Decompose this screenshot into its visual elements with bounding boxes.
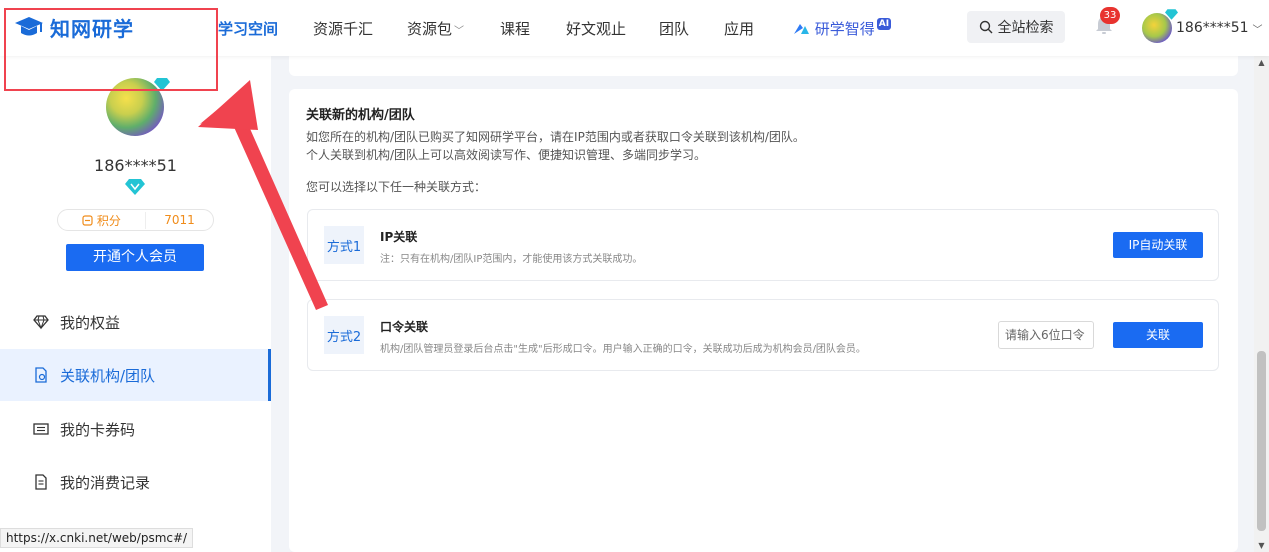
sidebar-item-label: 关联机构/团队: [60, 366, 156, 385]
receipt-icon: [35, 474, 47, 490]
option-title: IP关联: [380, 230, 418, 244]
status-bar-url: https://x.cnki.net/web/psmc#/: [0, 528, 194, 548]
search-label: 全站检索: [997, 20, 1054, 36]
section-title: 关联新的机构/团队: [306, 108, 415, 123]
sidebar-item-label: 我的卡券码: [60, 420, 136, 439]
nav-resource-pack-label: 资源包: [407, 20, 453, 38]
scroll-down-arrow-icon[interactable]: ▼: [1257, 541, 1266, 550]
points-value: 7011: [164, 213, 195, 227]
sidebar-item-benefits[interactable]: 我的权益: [0, 296, 271, 348]
open-vip-button[interactable]: 开通个人会员: [66, 244, 204, 271]
points-label: 积分: [96, 213, 121, 228]
option-token-link: 方式2 口令关联 机构/团队管理员登录后台点击"生成"后形成口令。用户输入正确的…: [307, 299, 1219, 371]
nav-resources[interactable]: 资源千汇: [313, 18, 373, 39]
sidebar-item-label: 我的权益: [60, 313, 121, 332]
option-ip-link: 方式1 IP关联 注：只有在机构/团队IP范围内，才能使用该方式关联成功。 IP…: [307, 209, 1219, 281]
page-scrollbar[interactable]: ▲ ▼: [1254, 56, 1269, 552]
description-line-1: 如您所在的机构/团队已购买了知网研学平台，请在IP范围内或者获取口令关联到该机构…: [306, 130, 805, 144]
option-note: 注：只有在机构/团队IP范围内，才能使用该方式关联成功。: [380, 254, 643, 265]
previous-card-bottom: [289, 56, 1238, 76]
link-document-icon: [35, 367, 47, 383]
nav-articles[interactable]: 好文观止: [566, 18, 626, 39]
ai-badge: AI: [876, 18, 892, 30]
search-icon: [979, 20, 992, 34]
ai-spark-icon: [794, 24, 809, 34]
ticket-icon: [33, 423, 49, 435]
scroll-up-arrow-icon[interactable]: ▲: [1257, 58, 1266, 67]
nav-resource-pack[interactable]: 资源包 ﹀: [407, 18, 464, 39]
avatar: [1142, 9, 1178, 43]
token-input[interactable]: [998, 321, 1094, 349]
points-pill: 积分 7011: [57, 209, 214, 231]
ip-auto-link-button[interactable]: IP自动关联: [1113, 232, 1203, 258]
nav-team[interactable]: 团队: [659, 18, 689, 39]
option-tag: 方式2: [324, 316, 364, 354]
choose-method-text: 您可以选择以下任一种关联方式：: [306, 180, 487, 194]
global-search-button[interactable]: 全站检索: [967, 11, 1065, 43]
notification-count-badge: 33: [1100, 7, 1120, 24]
diamond-icon: [125, 179, 145, 195]
chevron-down-icon: ﹀: [454, 26, 465, 37]
sidebar: 186****51 积分 7011 开通个人会员 我的权益 关联机构/团队 我的…: [0, 56, 271, 552]
sidebar-item-link-org[interactable]: 关联机构/团队: [0, 349, 271, 401]
nav-ai-assistant[interactable]: 研学智得 AI: [792, 18, 892, 39]
user-menu[interactable]: 186****51 ﹀: [1142, 9, 1263, 43]
description-line-2: 个人关联到机构/团队上可以高效阅读写作、便捷知识管理、多端同步学习。: [306, 148, 707, 162]
username: 186****51: [1176, 20, 1249, 36]
sidebar-item-coupons[interactable]: 我的卡券码: [0, 403, 271, 455]
chevron-down-icon: ﹀: [1252, 24, 1263, 36]
nav-apps[interactable]: 应用: [724, 18, 754, 39]
vip-diamond-icon: [1165, 9, 1178, 20]
scroll-thumb[interactable]: [1257, 351, 1266, 531]
nav-courses[interactable]: 课程: [500, 18, 530, 39]
diamond-outline-icon: [33, 315, 49, 330]
sidebar-item-purchase-history[interactable]: 我的消费记录: [0, 456, 271, 508]
nav-ai-label: 研学智得: [814, 20, 875, 38]
nav-study-space[interactable]: 学习空间: [218, 18, 278, 39]
points-label-wrap: 积分: [58, 211, 146, 229]
option-title: 口令关联: [380, 320, 429, 334]
link-button[interactable]: 关联: [1113, 322, 1203, 348]
option-note: 机构/团队管理员登录后台点击"生成"后形成口令。用户输入正确的口令，关联成功后成…: [380, 344, 866, 355]
annotation-highlight-box: [4, 8, 218, 91]
coin-icon: [82, 214, 93, 226]
option-tag: 方式1: [324, 226, 364, 264]
profile-name: 186****51: [94, 156, 177, 175]
sidebar-item-label: 我的消费记录: [60, 473, 151, 492]
